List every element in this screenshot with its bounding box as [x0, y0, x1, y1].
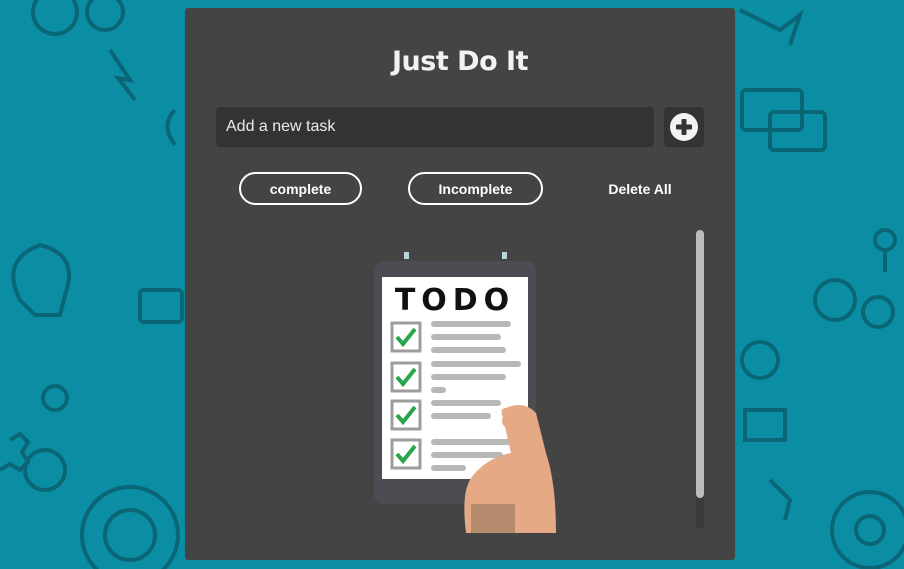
- todo-heading: TODO: [395, 283, 515, 318]
- add-task-button[interactable]: [664, 107, 704, 147]
- todo-illustration: TODO: [374, 252, 556, 533]
- new-task-input[interactable]: [216, 107, 654, 147]
- filter-complete-button[interactable]: complete: [239, 172, 362, 205]
- task-list: TODO: [216, 228, 706, 533]
- scrollbar-thumb[interactable]: [696, 230, 704, 498]
- app-title: Just Do It: [392, 46, 528, 77]
- todo-card: Just Do It complete Incomplete Delete Al…: [185, 8, 735, 560]
- delete-all-button[interactable]: Delete All: [590, 172, 690, 205]
- checklist-row: [390, 321, 511, 353]
- plus-circle-icon: [670, 113, 698, 141]
- filter-incomplete-button[interactable]: Incomplete: [408, 172, 543, 205]
- task-list-scrollbar[interactable]: [696, 230, 704, 529]
